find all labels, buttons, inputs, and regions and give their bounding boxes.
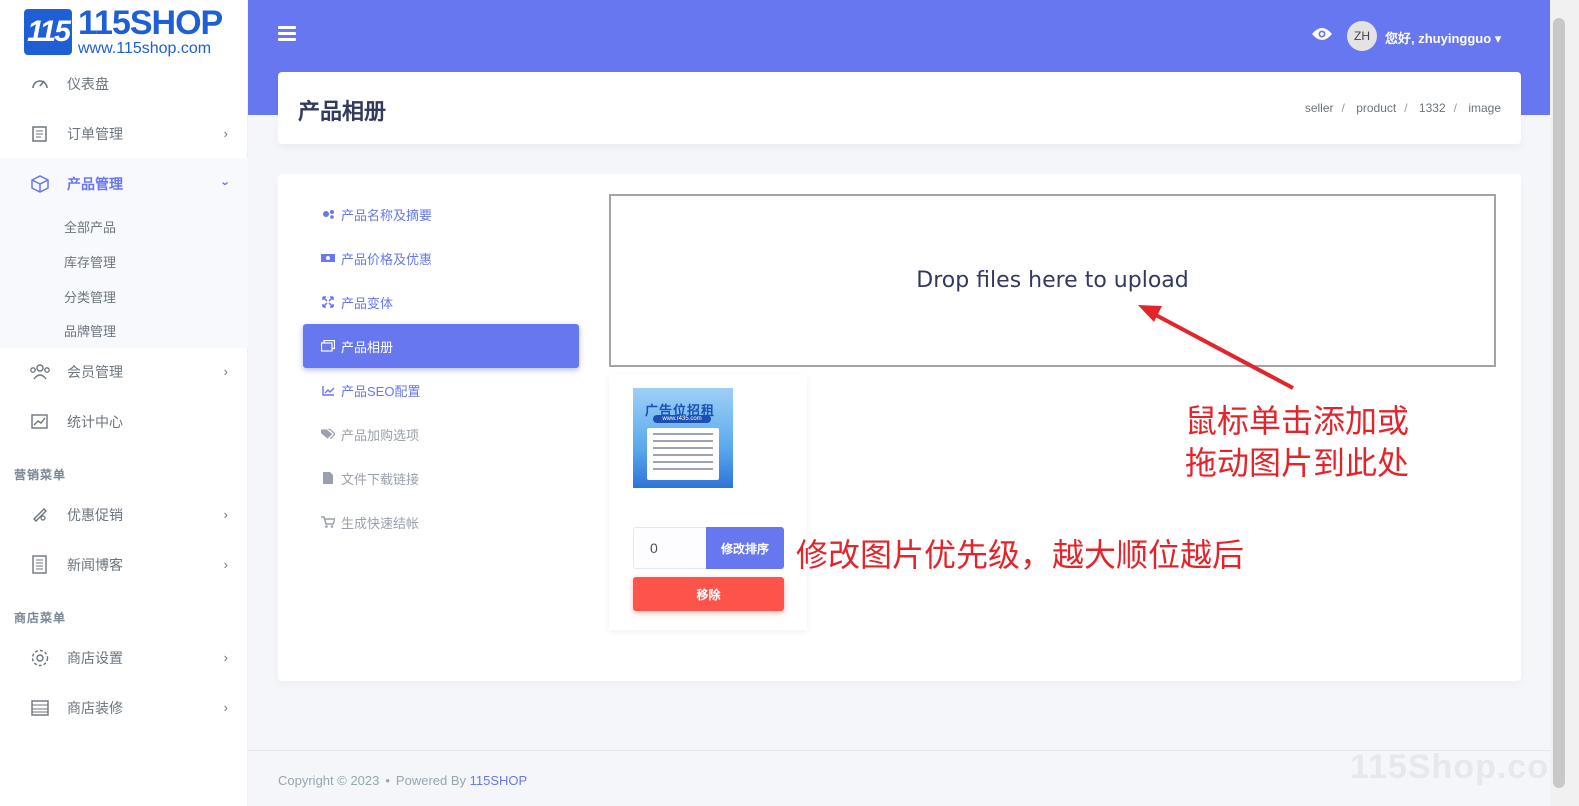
annotation-upload-line1: 鼠标单击添加或 — [1185, 403, 1410, 439]
annotation-upload-line2: 拖动图片到此处 — [1185, 445, 1410, 481]
annotation-sort: 修改图片优先级，越大顺位越后 — [796, 537, 1245, 573]
annotation-upload: 鼠标单击添加或 拖动图片到此处 — [1185, 400, 1409, 484]
footer-powered: Powered By — [395, 773, 467, 788]
footer-copyright: Copyright © 2023 — [278, 773, 380, 788]
scrollbar-thumb[interactable] — [1553, 18, 1565, 788]
footer: Copyright © 2023 • Powered By 115SHOP — [278, 773, 528, 788]
footer-brand-link[interactable]: 115SHOP — [470, 773, 528, 788]
watermark: 115Shop.com — [1350, 748, 1579, 786]
